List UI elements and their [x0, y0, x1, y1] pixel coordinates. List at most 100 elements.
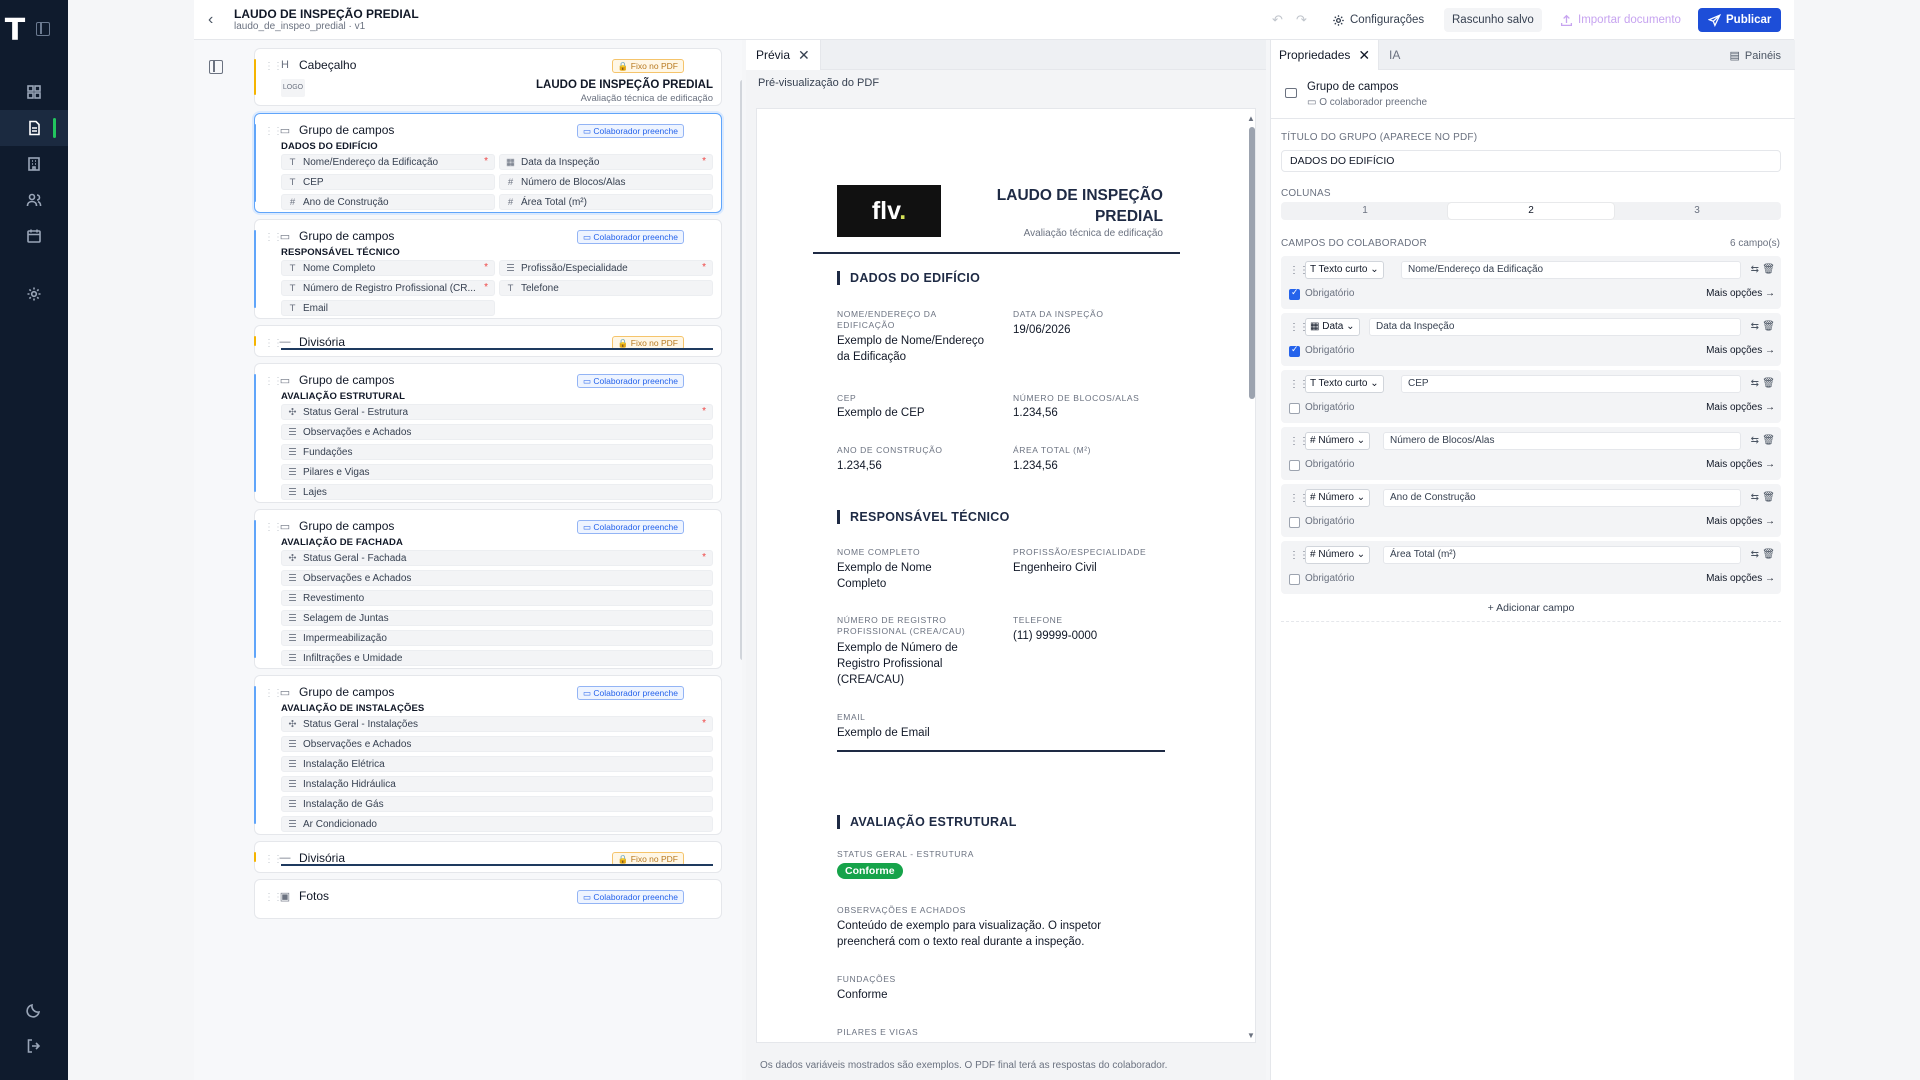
field-chip[interactable]: ☰ Fundações	[281, 444, 713, 460]
field-name-input[interactable]: Área Total (m²)	[1383, 546, 1741, 564]
field-chip[interactable]: T Email	[281, 300, 495, 316]
more-options-link[interactable]: Mais opções →	[1706, 459, 1775, 470]
columns-option-1[interactable]: 1	[1282, 203, 1448, 219]
field-chip[interactable]: ☰ Instalação Hidráulica	[281, 776, 713, 792]
calendar-icon[interactable]	[0, 218, 68, 254]
field-settings-icon[interactable]: ⇆	[1751, 435, 1759, 446]
block-divisoria[interactable]: ⋮⋮ — Divisória 🔒 Fixo no PDF	[254, 325, 722, 357]
field-settings-icon[interactable]: ⇆	[1751, 549, 1759, 560]
building-icon[interactable]	[0, 146, 68, 182]
field-chip[interactable]: ☰ Infiltrações e Umidade	[281, 650, 713, 666]
field-chip[interactable]: ✣ Status Geral - Instalações *	[281, 716, 713, 732]
documents-icon[interactable]	[0, 110, 68, 146]
trash-icon[interactable]: 🗑	[1762, 321, 1775, 332]
more-options-link[interactable]: Mais opções →	[1706, 516, 1775, 527]
toggle-outline-icon[interactable]	[209, 60, 223, 74]
import-document-button[interactable]: Importar documento	[1552, 8, 1689, 32]
trash-icon[interactable]: 🗑	[1762, 435, 1775, 446]
field-name-input[interactable]: CEP	[1401, 375, 1741, 393]
required-checkbox[interactable]	[1289, 287, 1300, 300]
tab-propriedades[interactable]: Propriedades ✕	[1271, 40, 1380, 70]
field-chip[interactable]: T Nome Completo *	[281, 260, 495, 276]
field-type-select[interactable]: T Texto curto ⌄	[1305, 375, 1384, 393]
required-checkbox[interactable]	[1289, 574, 1300, 585]
field-settings-icon[interactable]: ⇆	[1751, 378, 1759, 389]
field-chip[interactable]: T CEP	[281, 174, 495, 190]
field-name-input[interactable]: Nome/Endereço da Edificação	[1401, 261, 1741, 279]
field-chip[interactable]: ☰ Ar Condicionado	[281, 816, 713, 832]
block-fotos[interactable]: ⋮⋮ ▣ Fotos ▭ Colaborador preenche	[254, 879, 722, 919]
trash-icon[interactable]: 🗑	[1762, 492, 1775, 503]
block-divisoria-2[interactable]: ⋮⋮ — Divisória 🔒 Fixo no PDF	[254, 841, 722, 873]
back-arrow-icon[interactable]: ‹	[208, 12, 213, 28]
more-options-link[interactable]: Mais opções →	[1706, 345, 1775, 356]
field-name-input[interactable]: Ano de Construção	[1383, 489, 1741, 507]
block-responsavel-tecnico[interactable]: ⋮⋮ ▭ Grupo de campos ▭ Colaborador preenc…	[254, 219, 722, 319]
field-chip[interactable]: ☰ Lajes	[281, 484, 713, 500]
field-settings-icon[interactable]: ⇆	[1751, 492, 1759, 503]
panels-button[interactable]: ▤ Painéis	[1730, 49, 1781, 63]
field-chip[interactable]: T Nome/Endereço da Edificação *	[281, 154, 495, 170]
field-type-select[interactable]: T Texto curto ⌄	[1305, 261, 1384, 279]
trash-icon[interactable]: 🗑	[1762, 264, 1775, 275]
field-chip[interactable]: ☰ Observações e Achados	[281, 736, 713, 752]
draft-status-button[interactable]: Rascunho salvo	[1444, 8, 1542, 32]
field-chip[interactable]: ☰ Instalação de Gás	[281, 796, 713, 812]
block-dados-edificio[interactable]: ⋮⋮ ▭ Grupo de campos ▭ Colaborador preenc…	[254, 113, 722, 213]
field-chip[interactable]: T Número de Registro Profissional (CR... *	[281, 280, 495, 296]
field-settings-icon[interactable]: ⇆	[1751, 321, 1759, 332]
redo-icon[interactable]: ↷	[1296, 12, 1307, 28]
logout-icon[interactable]	[0, 1028, 68, 1064]
required-checkbox[interactable]	[1289, 344, 1300, 357]
group-title-input[interactable]: DADOS DO EDIFÍCIO	[1281, 150, 1781, 172]
close-icon[interactable]: ✕	[1358, 47, 1370, 64]
tab-ia[interactable]: IA	[1389, 48, 1400, 62]
field-chip[interactable]: ✣ Status Geral - Estrutura *	[281, 404, 713, 420]
field-chip[interactable]: ☰ Revestimento	[281, 590, 713, 606]
field-name-input[interactable]: Data da Inspeção	[1369, 318, 1741, 336]
publish-button[interactable]: Publicar	[1698, 8, 1782, 32]
field-chip[interactable]: ☰ Observações e Achados	[281, 570, 713, 586]
field-type-select[interactable]: # Número ⌄	[1305, 546, 1371, 564]
configuracoes-button[interactable]: Configurações	[1324, 8, 1432, 32]
more-options-link[interactable]: Mais opções →	[1706, 573, 1775, 584]
trash-icon[interactable]: 🗑	[1762, 549, 1775, 560]
field-settings-icon[interactable]: ⇆	[1751, 264, 1759, 275]
field-chip[interactable]: # Área Total (m²)	[499, 194, 713, 210]
block-cabecalho[interactable]: ⋮⋮ H Cabeçalho 🔒 Fixo no PDF LOGO LAUDO D…	[254, 48, 722, 106]
close-icon[interactable]: ✕	[798, 47, 810, 64]
columns-option-2[interactable]: 2	[1448, 203, 1614, 219]
field-type-select[interactable]: ▦ Data ⌄	[1305, 318, 1360, 336]
settings-icon[interactable]	[0, 276, 68, 312]
field-chip[interactable]: ☰ Observações e Achados	[281, 424, 713, 440]
outline-scrollbar[interactable]	[740, 80, 742, 660]
scroll-down-icon[interactable]: ▼	[1247, 1031, 1255, 1040]
collapse-sidebar-icon[interactable]	[36, 22, 50, 36]
more-options-link[interactable]: Mais opções →	[1706, 288, 1775, 299]
field-type-select[interactable]: # Número ⌄	[1305, 432, 1371, 450]
dashboard-icon[interactable]	[0, 74, 68, 110]
block-avaliacao-estrutural[interactable]: ⋮⋮ ▭ Grupo de campos ▭ Colaborador preenc…	[254, 363, 722, 503]
field-chip[interactable]: ▦ Data da Inspeção *	[499, 154, 713, 170]
field-chip[interactable]: ☰ Pilares e Vigas	[281, 464, 713, 480]
field-chip[interactable]: ☰ Instalação Elétrica	[281, 756, 713, 772]
users-icon[interactable]	[0, 182, 68, 218]
field-chip[interactable]: # Número de Blocos/Alas	[499, 174, 713, 190]
block-avaliacao-instalacoes[interactable]: ⋮⋮ ▭ Grupo de campos ▭ Colaborador preenc…	[254, 675, 722, 835]
field-name-input[interactable]: Número de Blocos/Alas	[1383, 432, 1741, 450]
required-checkbox[interactable]	[1289, 460, 1300, 471]
field-chip[interactable]: # Ano de Construção	[281, 194, 495, 210]
tab-previa[interactable]: Prévia ✕	[746, 40, 821, 70]
field-chip[interactable]: ☰ Impermeabilização	[281, 630, 713, 646]
field-chip[interactable]: ☰ Profissão/Especialidade *	[499, 260, 713, 276]
field-type-select[interactable]: # Número ⌄	[1305, 489, 1371, 507]
required-checkbox[interactable]	[1289, 403, 1300, 414]
more-options-link[interactable]: Mais opções →	[1706, 402, 1775, 413]
field-chip[interactable]: ✣ Status Geral - Fachada *	[281, 550, 713, 566]
undo-icon[interactable]: ↶	[1272, 12, 1283, 28]
required-checkbox[interactable]	[1289, 517, 1300, 528]
columns-option-3[interactable]: 3	[1614, 203, 1780, 219]
columns-selector[interactable]: 1 2 3	[1281, 202, 1781, 220]
field-chip[interactable]: ☰ Selagem de Juntas	[281, 610, 713, 626]
trash-icon[interactable]: 🗑	[1762, 378, 1775, 389]
